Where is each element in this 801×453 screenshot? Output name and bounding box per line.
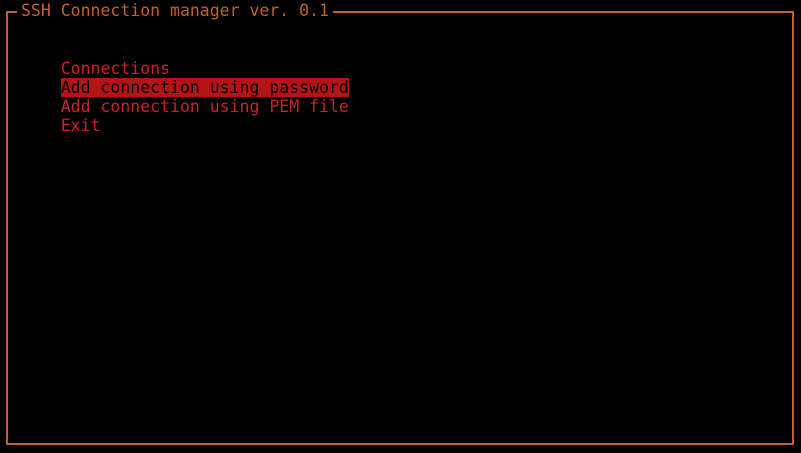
window-title: SSH Connection manager ver. 0.1 — [17, 1, 333, 21]
menu-item-label: Connections — [60, 59, 171, 78]
menu-item-connections[interactable]: Connections — [21, 40, 349, 78]
menu-item-label: Exit — [60, 116, 101, 135]
menu-item-label: Add connection using PEM file — [60, 97, 349, 116]
main-menu: Connections Add connection using passwor… — [21, 40, 349, 135]
menu-item-label: Add connection using password — [60, 78, 349, 97]
